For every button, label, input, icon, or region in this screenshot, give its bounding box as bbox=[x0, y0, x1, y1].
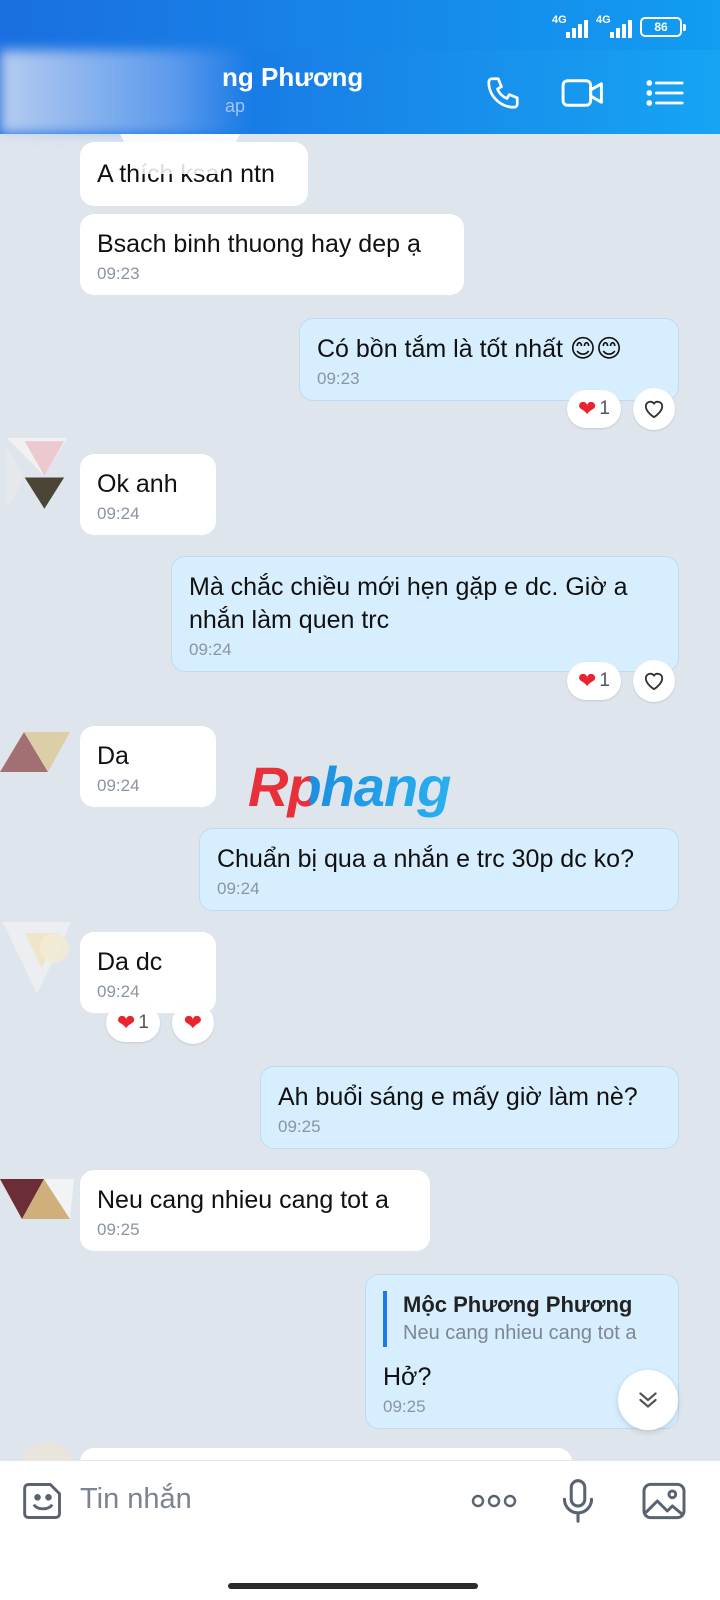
contact-avatar[interactable] bbox=[0, 1164, 74, 1238]
status-icons: 4G 4G 86 bbox=[552, 14, 686, 38]
contact-avatar[interactable] bbox=[0, 720, 74, 794]
microphone-icon[interactable] bbox=[552, 1475, 604, 1527]
signal-icon: 4G bbox=[552, 14, 588, 38]
message-text: Mà chắc chiều mới hẹn gặp e dc. Giờ a nh… bbox=[189, 573, 628, 634]
message-incoming[interactable]: Bsach binh thuong hay dep ạ 09:23 bbox=[80, 214, 464, 295]
menu-list-icon[interactable] bbox=[640, 70, 690, 116]
contact-name[interactable]: ng Phương bbox=[222, 62, 363, 93]
contact-status: ap bbox=[225, 96, 246, 116]
heart-icon: ❤ bbox=[577, 396, 597, 421]
message-incoming[interactable]: Da dc 09:24 bbox=[80, 932, 216, 1013]
message-time: 09:24 bbox=[97, 776, 140, 795]
heart-icon: ❤ bbox=[116, 1010, 136, 1035]
quoted-message[interactable]: Mộc Phương Phương Neu cang nhieu cang to… bbox=[383, 1291, 661, 1347]
message-time: 09:24 bbox=[189, 640, 232, 659]
message-input-bar: Tin nhắn bbox=[0, 1460, 720, 1600]
heart-filled-icon: ❤ bbox=[183, 1010, 203, 1035]
contact-avatar[interactable] bbox=[0, 438, 74, 512]
status-bar: 4G 4G 86 bbox=[0, 0, 720, 50]
message-outgoing[interactable]: Chuẩn bị qua a nhắn e trc 30p dc ko? 09:… bbox=[199, 828, 679, 911]
phone-icon[interactable] bbox=[478, 70, 528, 116]
battery-icon: 86 bbox=[640, 17, 686, 37]
message-input[interactable]: Tin nhắn bbox=[80, 1483, 192, 1516]
add-reaction-button[interactable] bbox=[633, 388, 675, 430]
message-incoming[interactable]: Da 09:24 bbox=[80, 726, 216, 807]
svg-text:Rphang: Rphang bbox=[248, 755, 451, 818]
contact-avatar[interactable] bbox=[20, 1442, 74, 1460]
message-incoming-partial[interactable] bbox=[80, 1448, 572, 1460]
message-time: 09:23 bbox=[317, 369, 360, 388]
reaction-count: 1 bbox=[599, 670, 610, 691]
message-text: Da bbox=[97, 742, 129, 770]
home-indicator[interactable] bbox=[228, 1583, 478, 1589]
back-button-blurred[interactable] bbox=[0, 50, 250, 134]
reaction-count: 1 bbox=[138, 1012, 149, 1033]
message-time: 09:23 bbox=[97, 264, 140, 283]
message-time: 09:24 bbox=[97, 982, 140, 1001]
sticker-face-icon[interactable] bbox=[17, 1475, 69, 1527]
scroll-to-bottom-button[interactable] bbox=[618, 1370, 678, 1430]
message-text: Da dc bbox=[97, 948, 163, 976]
message-text: Ah buổi sáng e mấy giờ làm nè? bbox=[278, 1083, 638, 1111]
message-text: Ok anh bbox=[97, 470, 178, 498]
watermark-graphic: Rphang bbox=[248, 755, 452, 818]
message-text: Bsach binh thuong hay dep ạ bbox=[97, 230, 421, 258]
reaction-count-badge[interactable]: ❤ 1 bbox=[567, 662, 621, 700]
add-reaction-button[interactable] bbox=[633, 660, 675, 702]
message-outgoing[interactable]: Có bồn tắm là tốt nhất 😊😊 09:23 bbox=[299, 318, 679, 401]
message-time: 09:24 bbox=[97, 504, 140, 523]
heart-outline-icon bbox=[644, 400, 664, 419]
message-text: Neu cang nhieu cang tot a bbox=[97, 1186, 389, 1214]
reaction-count-badge[interactable]: ❤ 1 bbox=[567, 390, 621, 428]
message-outgoing[interactable]: Ah buổi sáng e mấy giờ làm nè? 09:25 bbox=[260, 1066, 679, 1149]
message-text: Chuẩn bị qua a nhắn e trc 30p dc ko? bbox=[217, 845, 634, 873]
message-outgoing[interactable]: Mà chắc chiều mới hẹn gặp e dc. Giờ a nh… bbox=[171, 556, 679, 672]
message-time: 09:25 bbox=[278, 1117, 321, 1136]
blurred-overlay bbox=[120, 134, 240, 174]
quoted-sender: Mộc Phương Phương bbox=[403, 1292, 633, 1317]
heart-outline-icon bbox=[644, 672, 664, 691]
message-incoming[interactable]: Ok anh 09:24 bbox=[80, 454, 216, 535]
chat-message-list[interactable]: A thích ksan ntn Bsach binh thuong hay d… bbox=[0, 134, 720, 1460]
quoted-text: Neu cang nhieu cang tot a bbox=[403, 1322, 637, 1344]
video-camera-icon[interactable] bbox=[558, 70, 608, 116]
message-text: Có bồn tắm là tốt nhất 😊😊 bbox=[317, 335, 623, 363]
more-dots-icon[interactable] bbox=[466, 1475, 522, 1527]
network-type-2: 4G bbox=[596, 14, 611, 26]
message-text: Hở? bbox=[383, 1363, 432, 1391]
chat-header: ng Phương ap bbox=[0, 50, 720, 134]
network-type-1: 4G bbox=[552, 14, 567, 26]
contact-avatar[interactable] bbox=[0, 922, 74, 996]
reaction-count: 1 bbox=[599, 398, 610, 419]
message-incoming[interactable]: Neu cang nhieu cang tot a 09:25 bbox=[80, 1170, 430, 1251]
watermark-logo: Rphang bbox=[248, 754, 468, 838]
double-chevron-down-icon bbox=[639, 1392, 657, 1408]
heart-icon: ❤ bbox=[577, 668, 597, 693]
signal-icon-2: 4G bbox=[596, 14, 632, 38]
message-time: 09:24 bbox=[217, 879, 260, 898]
add-reaction-button[interactable]: ❤ bbox=[172, 1002, 214, 1044]
image-icon[interactable] bbox=[638, 1475, 690, 1527]
message-time: 09:25 bbox=[97, 1220, 140, 1239]
reaction-count-badge[interactable]: ❤ 1 bbox=[106, 1004, 160, 1042]
